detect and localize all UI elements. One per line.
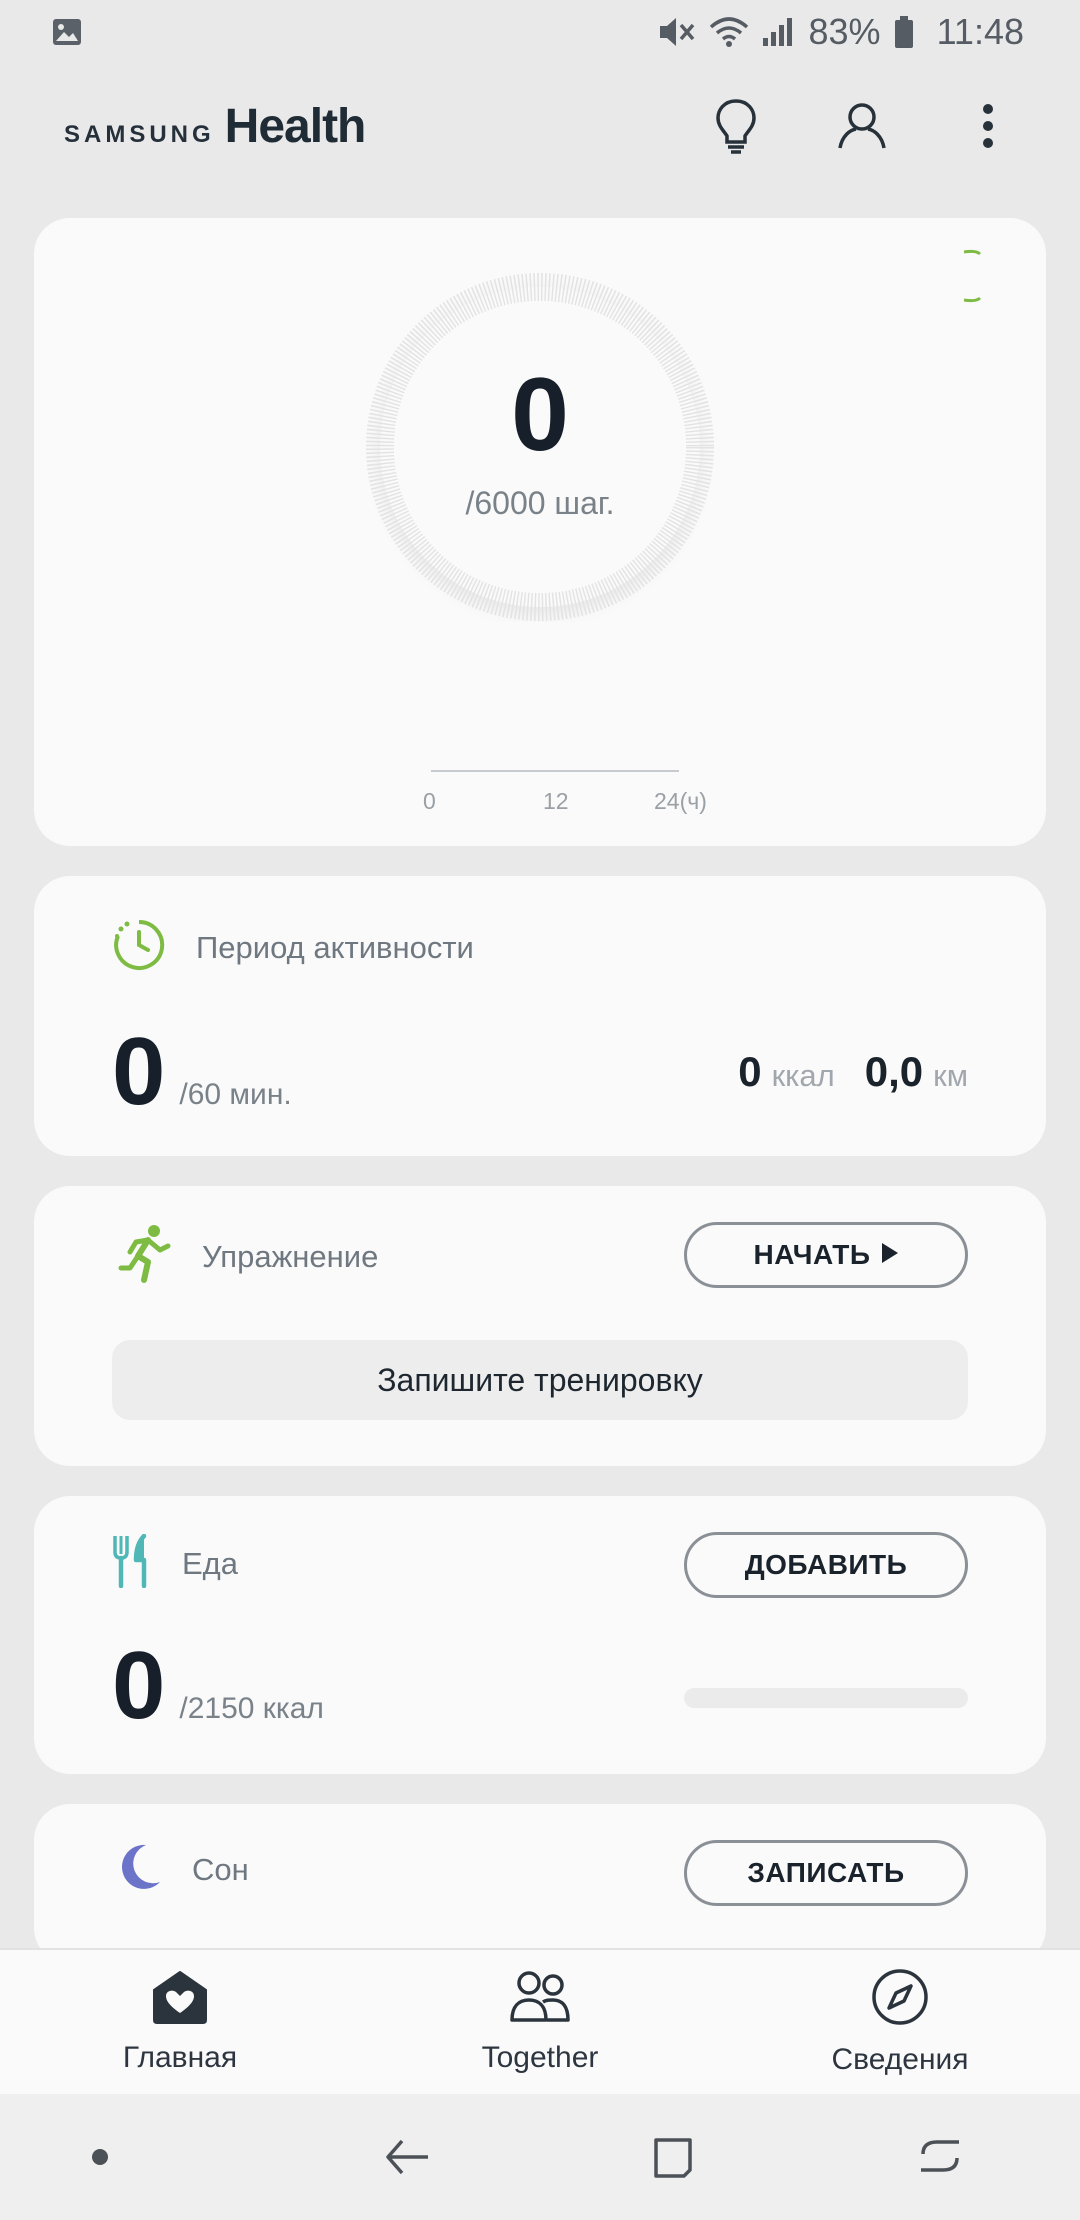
moon-icon <box>116 1842 162 1897</box>
start-exercise-button[interactable]: НАЧАТЬ <box>684 1222 968 1288</box>
brand-samsung: SAMSUNG <box>64 120 215 148</box>
active-time-value: 0 <box>112 1018 166 1125</box>
profile-icon[interactable] <box>834 98 890 154</box>
food-metrics: 0 /2150 ккал <box>112 1638 324 1734</box>
sleep-header: Сон <box>116 1842 249 1897</box>
food-card[interactable]: Еда ДОБАВИТЬ 0 /2150 ккал <box>34 1496 1046 1774</box>
active-time-goal: /60 мин. <box>179 1078 292 1111</box>
food-progress-bar <box>684 1688 968 1708</box>
cutlery-icon <box>112 1533 152 1593</box>
active-time-title: Период активности <box>196 929 474 965</box>
active-time-header: Период активности <box>112 918 474 977</box>
record-sleep-label: ЗАПИСАТЬ <box>747 1857 905 1888</box>
add-food-button[interactable]: ДОБАВИТЬ <box>684 1532 968 1598</box>
header-actions <box>708 98 1016 154</box>
steps-progress-ring: 0 /6000 шаг. <box>365 272 715 622</box>
home-icon[interactable] <box>633 2117 713 2197</box>
nav-home-label: Главная <box>122 2040 238 2074</box>
active-time-card[interactable]: Период активности 0 /60 мин. 0 ккал 0,0 … <box>34 876 1046 1156</box>
dot-icon[interactable] <box>60 2117 140 2197</box>
active-time-metrics: 0 /60 мин. <box>112 1024 292 1120</box>
food-value: 0 <box>112 1632 166 1739</box>
back-icon[interactable] <box>367 2117 447 2197</box>
active-time-icon <box>112 918 166 977</box>
hour-axis: 0 12 24(ч) <box>396 770 716 830</box>
exercise-title: Упражнение <box>202 1238 379 1274</box>
screen: 83% 11:48 SAMSUNG Health 0 /6000 шаг. 0 … <box>0 0 1080 2220</box>
wifi-icon <box>709 15 749 49</box>
steps-center: 0 /6000 шаг. <box>365 272 715 622</box>
nav-tab-home[interactable]: Главная <box>30 1970 330 2075</box>
sync-icon <box>958 246 988 311</box>
running-icon <box>118 1224 172 1289</box>
mute-icon <box>657 14 697 50</box>
battery-percent: 83% <box>808 11 881 52</box>
axis-tick-24: 24(ч) <box>654 788 707 814</box>
signal-icon <box>761 16 797 48</box>
tips-bulb-icon[interactable] <box>708 98 764 154</box>
home-heart-icon <box>152 1970 208 2029</box>
brand-health: Health <box>224 99 367 153</box>
bottom-nav: Главная Together Сведения <box>0 1948 1080 2094</box>
play-icon <box>881 1239 899 1271</box>
axis-tick-12: 12 <box>543 788 569 814</box>
record-workout-button[interactable]: Запишите тренировку <box>112 1340 968 1420</box>
nav-tab-discover[interactable]: Сведения <box>750 1968 1050 2077</box>
steps-goal: /6000 шаг. <box>465 484 615 521</box>
food-header: Еда <box>112 1533 239 1593</box>
sleep-card[interactable]: Сон ЗАПИСАТЬ <box>34 1804 1046 1964</box>
clock: 11:48 <box>936 11 1024 52</box>
status-bar: 83% 11:48 <box>0 0 1080 64</box>
app-logo: SAMSUNG Health <box>64 99 367 154</box>
nav-together-label: Together <box>481 2040 599 2074</box>
steps-count: 0 <box>511 356 569 473</box>
battery-icon <box>893 15 915 49</box>
people-icon <box>509 1970 571 2029</box>
steps-card[interactable]: 0 /6000 шаг. 0 12 24(ч) <box>34 218 1046 846</box>
start-exercise-label: НАЧАТЬ <box>753 1239 871 1270</box>
axis-line <box>431 770 679 772</box>
calories-unit: ккал <box>771 1058 835 1093</box>
axis-tick-0: 0 <box>423 788 436 814</box>
food-goal: /2150 ккал <box>179 1692 324 1725</box>
record-workout-label: Запишите тренировку <box>377 1361 703 1398</box>
recents-icon[interactable] <box>900 2117 980 2197</box>
app-header: SAMSUNG Health <box>0 80 1080 172</box>
more-menu-icon[interactable] <box>960 98 1016 154</box>
status-right: 83% 11:48 <box>657 11 1024 53</box>
active-time-extra: 0 ккал 0,0 км <box>738 1048 968 1096</box>
nav-discover-label: Сведения <box>831 2042 969 2076</box>
food-title: Еда <box>182 1545 239 1581</box>
exercise-header: Упражнение <box>118 1224 378 1289</box>
gallery-icon <box>52 18 82 46</box>
record-sleep-button[interactable]: ЗАПИСАТЬ <box>684 1840 968 1906</box>
nav-tab-together[interactable]: Together <box>390 1970 690 2075</box>
distance-unit: км <box>933 1058 968 1093</box>
calories-value: 0 <box>738 1048 762 1095</box>
system-nav-bar <box>0 2094 1080 2220</box>
sleep-title: Сон <box>192 1851 249 1887</box>
add-food-label: ДОБАВИТЬ <box>744 1549 908 1580</box>
compass-icon <box>871 1968 929 2031</box>
exercise-card[interactable]: Упражнение НАЧАТЬ Запишите тренировку <box>34 1186 1046 1466</box>
distance-value: 0,0 <box>864 1048 924 1095</box>
